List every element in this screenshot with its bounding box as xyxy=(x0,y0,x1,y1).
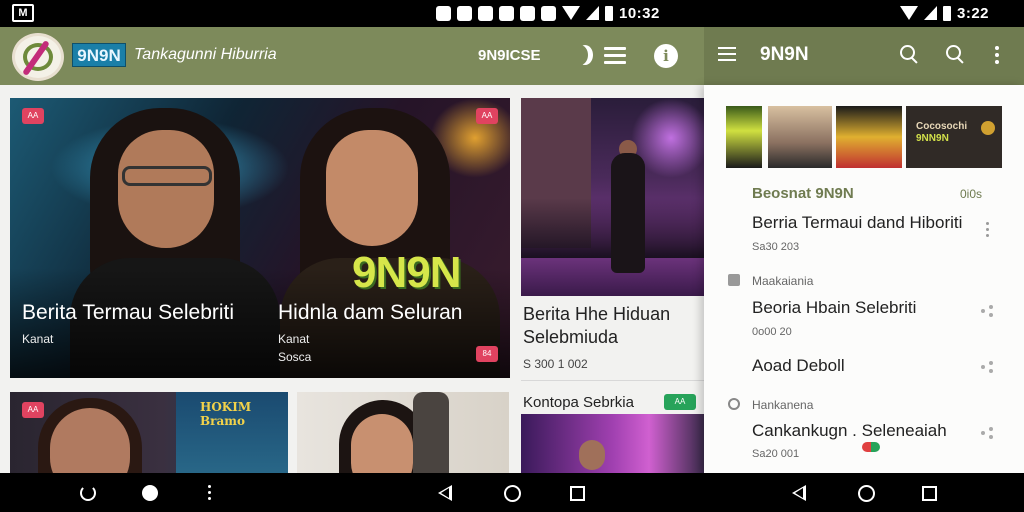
wifi-icon xyxy=(900,6,918,20)
share-icon[interactable] xyxy=(981,305,993,317)
thumbnail-line: 9NN9N xyxy=(916,133,949,144)
thumbnail-line: Cocosochi xyxy=(916,121,968,132)
status-icons-left: 10:32 xyxy=(436,4,660,22)
news-card-small[interactable] xyxy=(297,392,509,473)
hero-badge: 84 xyxy=(476,346,498,362)
hero-badge: AA xyxy=(476,108,498,124)
brand-subtitle: Tankagunni Hiburria xyxy=(134,46,277,63)
news-card-small[interactable]: HOKIM Bramo AA xyxy=(10,392,288,473)
drawer-thumbnail[interactable] xyxy=(768,106,832,168)
side-card-image[interactable] xyxy=(521,98,704,296)
drawer-item-date: 0o00 20 xyxy=(752,326,792,338)
recents-icon[interactable] xyxy=(570,486,585,501)
sync-icon xyxy=(436,5,451,21)
battery-icon xyxy=(605,5,613,21)
menu-icon[interactable] xyxy=(604,47,626,65)
category-heading[interactable]: Kontopa Sebrkia xyxy=(523,394,634,411)
brand-logo[interactable] xyxy=(12,33,64,81)
drawer-thumbnail[interactable] xyxy=(836,106,902,168)
signal-icon xyxy=(586,6,599,20)
drawer-group-label: Hankanena xyxy=(752,398,814,412)
side-card-title[interactable]: Berita Hhe Hiduan Selebmiuda xyxy=(523,303,703,349)
drawer-panel: Cocosochi 9NN9N Beosnat 9N9N 0i0s Berria… xyxy=(704,85,1024,473)
clock: 3:22 xyxy=(957,4,990,22)
status-bar: M 10:32 3:22 xyxy=(0,0,1024,27)
rotate-icon[interactable] xyxy=(80,485,96,501)
side-card-date: S 300 1 002 xyxy=(523,357,588,371)
thumbnail-badge-icon xyxy=(981,121,995,135)
hero-logo-text: 9N9N xyxy=(352,248,461,297)
hero-meta-right: Sosca xyxy=(278,350,312,364)
drawer-section-count: 0i0s xyxy=(960,187,983,201)
hero-meta-right: Kanat xyxy=(278,332,310,346)
thumbnail-text: Cocosochi 9NN9N xyxy=(916,121,967,145)
more-icon[interactable] xyxy=(208,485,211,501)
drawer-title: 9N9N xyxy=(760,44,809,65)
photo-icon xyxy=(541,5,556,21)
hero-meta-left: Kanat xyxy=(22,332,54,346)
drawer-item-title[interactable]: Cankankugn . Seleneaiah xyxy=(752,421,947,441)
divider xyxy=(521,380,704,381)
news-feed: 9N9N AA AA 84 Berita Termau Selebriti Ka… xyxy=(0,85,704,473)
status-toggle-icon[interactable] xyxy=(862,442,880,452)
recents-icon[interactable] xyxy=(922,486,937,501)
navigation-bar xyxy=(0,473,1024,512)
signal-icon xyxy=(924,6,937,20)
category-badge: AA xyxy=(664,394,696,410)
drawer-item-date: Sa30 203 xyxy=(752,241,800,253)
share-icon[interactable] xyxy=(981,361,993,373)
data-saver-icon xyxy=(499,5,514,21)
drawer-section-title: Beosnat 9N9N xyxy=(752,185,854,202)
drawer-item-date: Sa20 001 xyxy=(752,448,800,460)
info-icon[interactable]: i xyxy=(654,44,678,68)
battery-icon xyxy=(943,5,951,21)
drawer-item-title[interactable]: Berria Termaui dand Hiboriti xyxy=(752,213,962,233)
clock: 10:32 xyxy=(619,4,660,22)
notification-icon: M xyxy=(12,4,34,22)
image-icon xyxy=(457,5,472,21)
hero-card[interactable]: 9N9N AA AA 84 Berita Termau Selebriti Ka… xyxy=(10,98,510,378)
back-icon[interactable] xyxy=(792,485,806,501)
more-options-icon[interactable] xyxy=(995,46,1001,64)
hero-title-right[interactable]: Hidnla dam Seluran xyxy=(278,301,462,325)
drawer-group-label: Maakaiania xyxy=(752,274,814,288)
share-icon[interactable] xyxy=(981,427,993,439)
hero-badge: AA xyxy=(22,108,44,124)
alert-icon xyxy=(478,5,493,21)
brand-name[interactable]: 9N9N xyxy=(72,43,126,67)
status-icons-right: 3:22 xyxy=(900,4,989,22)
moon-icon[interactable] xyxy=(572,45,588,65)
poster-text: HOKIM Bramo xyxy=(200,400,252,428)
drawer-item-title[interactable]: Beoria Hbain Selebriti xyxy=(752,298,916,318)
drawer-app-bar xyxy=(704,27,1024,85)
drawer-thumbnail[interactable] xyxy=(726,106,762,168)
news-card-small[interactable] xyxy=(521,414,704,473)
hero-title-left[interactable]: Berita Termau Selebriti xyxy=(22,301,234,325)
drawer-item-title[interactable]: Aoad Deboll xyxy=(752,356,845,376)
home-dot-icon[interactable] xyxy=(142,485,158,501)
language-button[interactable]: 9N9ICSE xyxy=(478,47,541,64)
back-icon[interactable] xyxy=(438,485,452,501)
search-icon[interactable] xyxy=(946,45,964,63)
home-icon[interactable] xyxy=(858,485,875,502)
card-badge: AA xyxy=(22,402,44,418)
device-screen: M 10:32 3:22 9N9N Tankagunni Hiburria 9N… xyxy=(0,0,1024,512)
app-bar: 9N9N Tankagunni Hiburria 9N9ICSE i xyxy=(0,27,704,85)
percent-icon xyxy=(520,5,535,21)
folder-icon xyxy=(728,274,740,286)
circle-icon xyxy=(728,398,740,410)
item-more-icon[interactable] xyxy=(986,222,990,238)
home-icon[interactable] xyxy=(504,485,521,502)
search-icon[interactable] xyxy=(900,45,918,63)
wifi-icon xyxy=(562,6,580,20)
menu-icon[interactable] xyxy=(718,47,736,61)
